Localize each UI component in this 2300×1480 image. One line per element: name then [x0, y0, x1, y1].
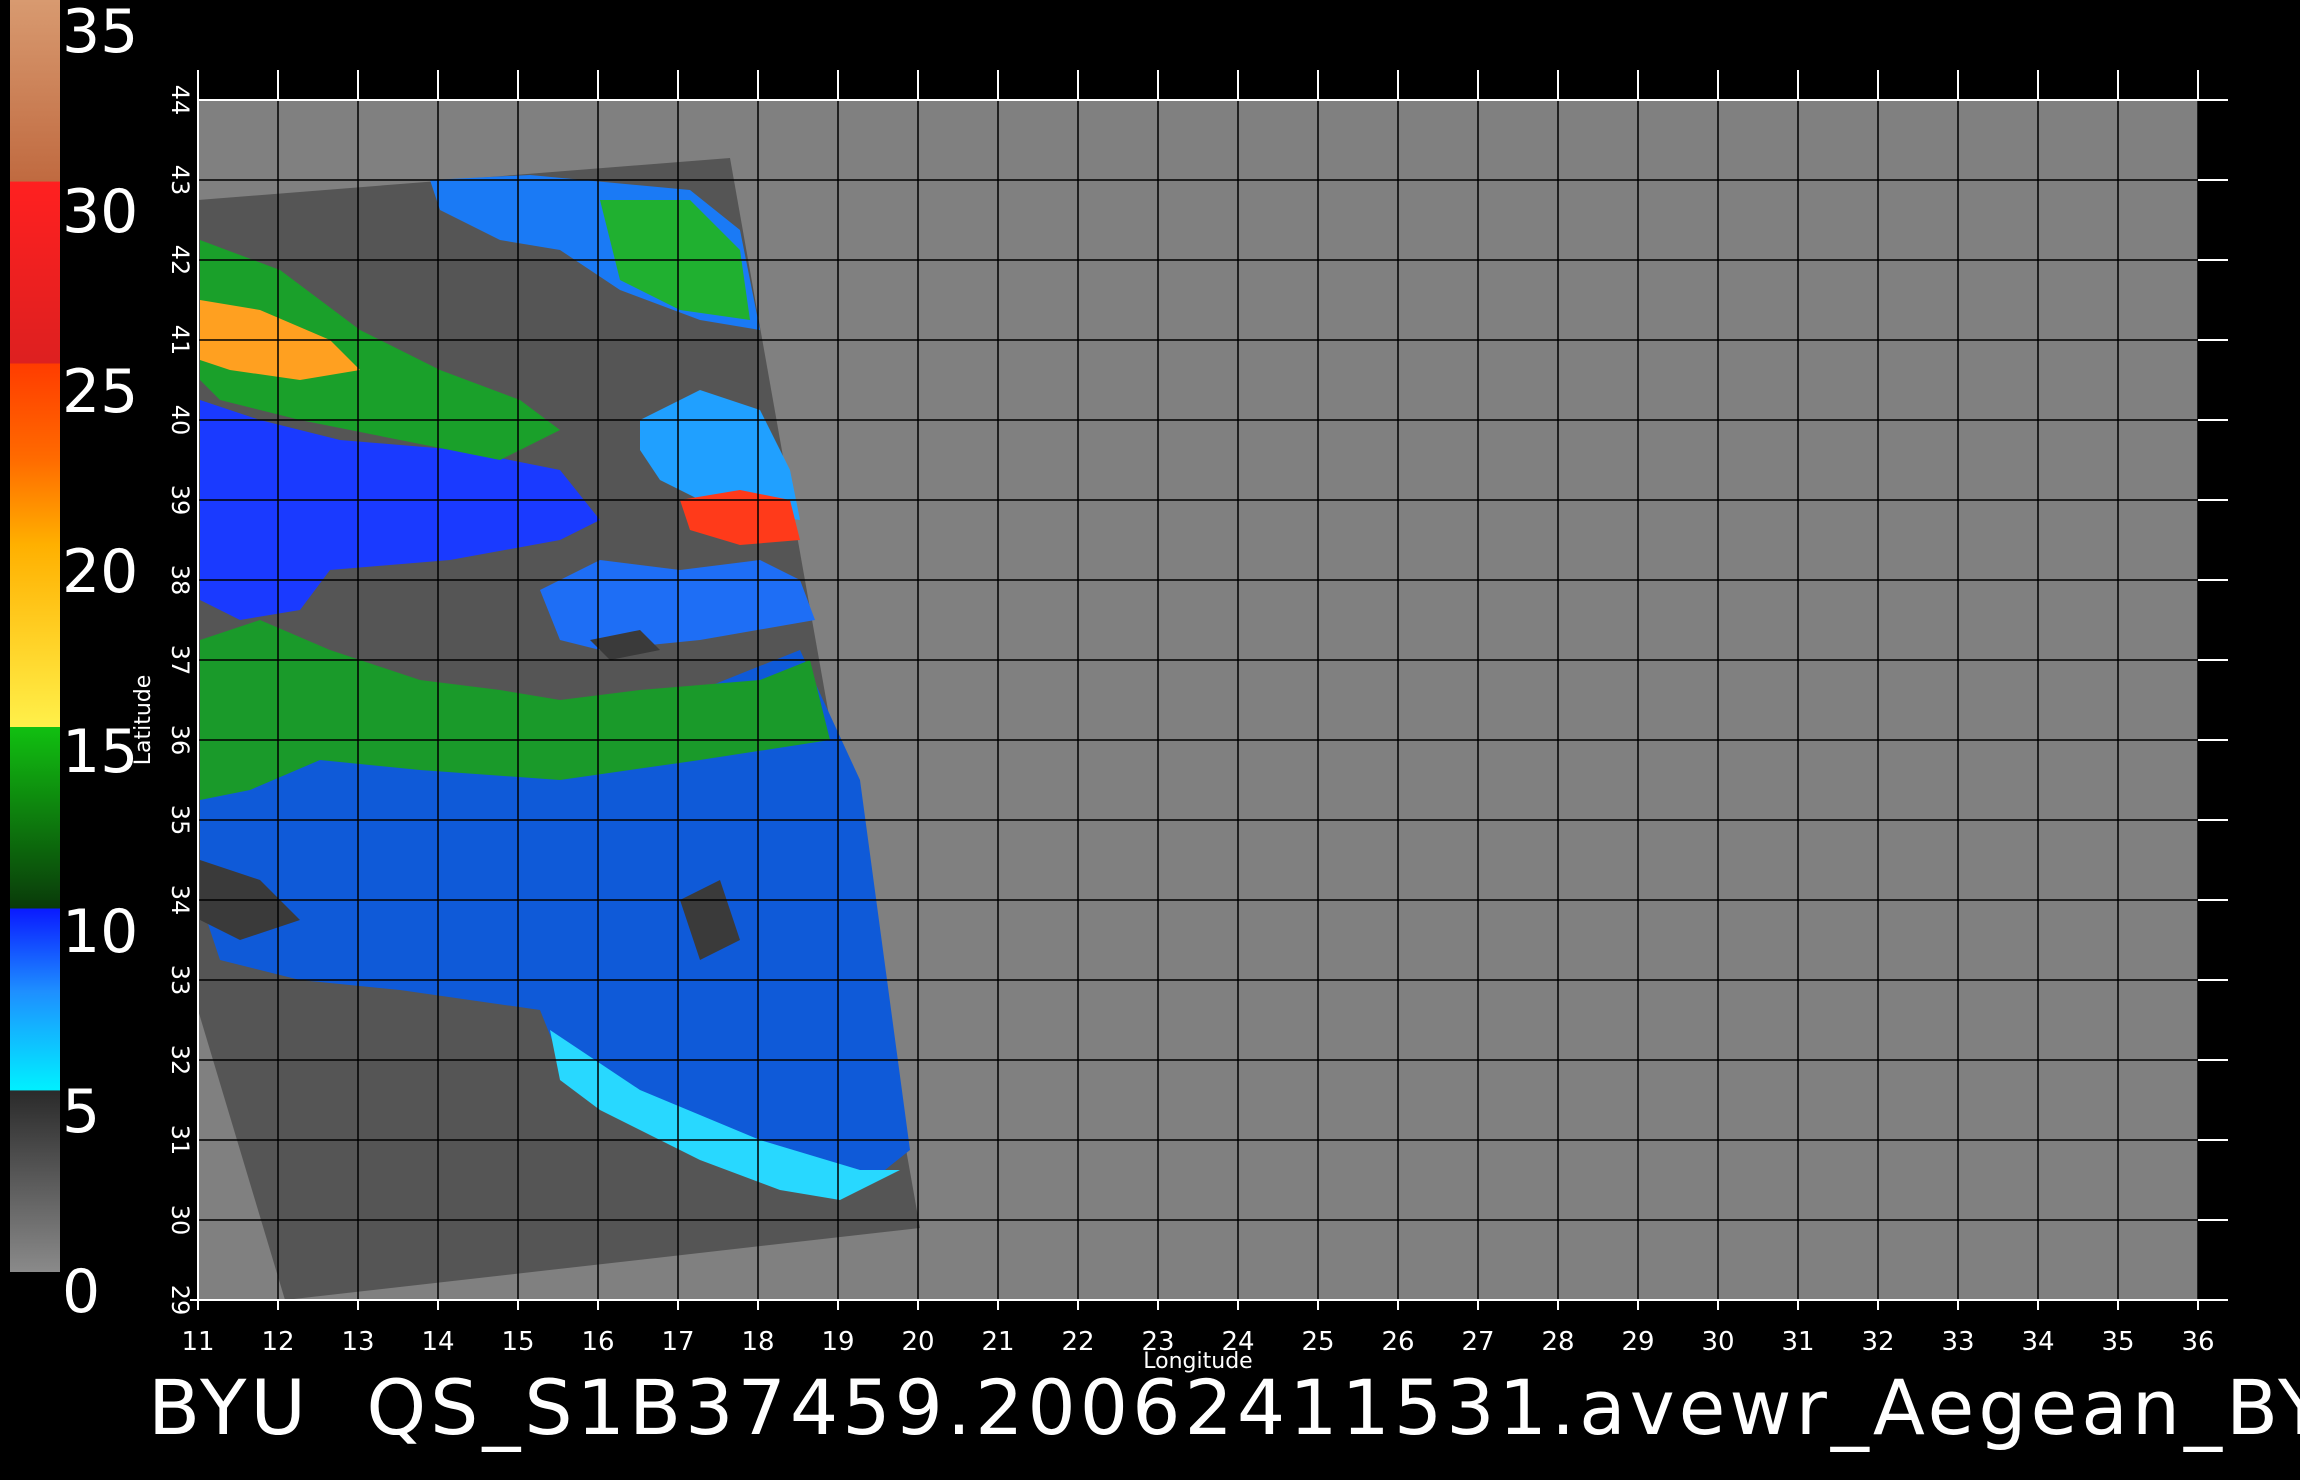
longitude-tick-label: 30: [1701, 1327, 1734, 1357]
colorbar-tick-label: 10: [62, 897, 138, 967]
longitude-tick-label: 27: [1461, 1327, 1494, 1357]
latitude-tick-label: 30: [166, 1205, 194, 1236]
longitude-tick-label: 18: [741, 1327, 774, 1357]
latitude-tick-label: 31: [166, 1125, 194, 1156]
latitude-tick-label: 32: [166, 1045, 194, 1076]
longitude-tick-label: 36: [2181, 1327, 2214, 1357]
longitude-tick-label: 13: [341, 1327, 374, 1357]
longitude-tick-label: 14: [421, 1327, 454, 1357]
latitude-tick-label: 35: [166, 805, 194, 836]
longitude-tick-label: 31: [1781, 1327, 1814, 1357]
longitude-tick-label: 21: [981, 1327, 1014, 1357]
longitude-tick-label: 25: [1301, 1327, 1334, 1357]
latitude-tick-label: 40: [166, 405, 194, 436]
longitude-tick-label: 32: [1861, 1327, 1894, 1357]
latitude-tick-label: 36: [166, 725, 194, 756]
colorbar-tick-label: 30: [62, 177, 138, 247]
colorbar-tick-label: 5: [62, 1077, 100, 1147]
y-axis-label: Latitude: [131, 675, 156, 766]
latitude-tick-label: 43: [166, 165, 194, 196]
longitude-tick-label: 29: [1621, 1327, 1654, 1357]
wind-map-figure: 35 30 25 20 15 10 5 0 29 30 31 32 33 34 35 36 37 38 39 40 4…: [10, 0, 2228, 1374]
longitude-tick-label: 16: [581, 1327, 614, 1357]
longitude-tick-label: 35: [2101, 1327, 2134, 1357]
longitude-tick-label: 33: [1941, 1327, 1974, 1357]
colorbar-labels: 35 30 25 20 15 10 5 0: [62, 0, 138, 1327]
latitude-tick-label: 37: [166, 645, 194, 676]
colorbar-tick-label: 25: [62, 357, 138, 427]
latitude-tick-label: 42: [166, 245, 194, 276]
longitude-tick-label: 26: [1381, 1327, 1414, 1357]
longitude-tick-label: 17: [661, 1327, 694, 1357]
longitude-tick-label: 28: [1541, 1327, 1574, 1357]
latitude-tick-label: 39: [166, 485, 194, 516]
longitude-tick-label: 15: [501, 1327, 534, 1357]
longitude-tick-label: 34: [2021, 1327, 2054, 1357]
latitude-tick-label: 34: [166, 885, 194, 916]
image-filename-title: BYU QS_S1B37459.20062411531.avewr_Aegean…: [148, 1363, 2300, 1452]
latitude-tick-label: 38: [166, 565, 194, 596]
colorbar-tick-label: 0: [62, 1257, 100, 1327]
longitude-tick-label: 11: [181, 1327, 214, 1357]
colorbar-tick-label: 15: [62, 717, 138, 787]
latitude-tick-label: 29: [166, 1285, 194, 1316]
colorbar-tick-label: 35: [62, 0, 138, 67]
latitude-tick-labels: 29 30 31 32 33 34 35 36 37 38 39 40 41 42 43 44: [166, 85, 194, 1316]
latitude-tick-label: 33: [166, 965, 194, 996]
longitude-tick-label: 22: [1061, 1327, 1094, 1357]
longitude-tick-label: 19: [821, 1327, 854, 1357]
latitude-tick-label: 44: [166, 85, 194, 116]
longitude-tick-label: 20: [901, 1327, 934, 1357]
latitude-tick-label: 41: [166, 325, 194, 356]
colorbar-tick-label: 20: [62, 537, 138, 607]
longitude-tick-label: 12: [261, 1327, 294, 1357]
colorbar: [10, 0, 60, 1272]
